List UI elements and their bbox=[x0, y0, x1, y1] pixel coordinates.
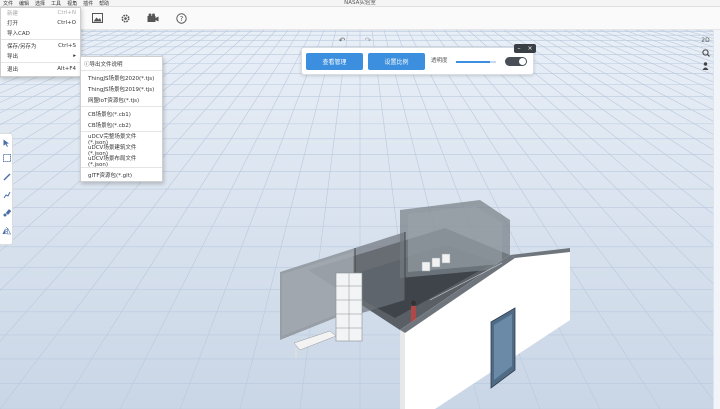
file-menu-item[interactable]: 导出 ▸ bbox=[1, 51, 80, 61]
menu-item-shortcut: ▸ bbox=[73, 53, 76, 59]
camera-icon[interactable] bbox=[146, 11, 160, 25]
svg-text:?: ? bbox=[179, 15, 183, 23]
toggle-knob bbox=[519, 58, 526, 65]
menu-edit[interactable]: 编辑 bbox=[16, 0, 32, 7]
mirror-icon[interactable] bbox=[2, 226, 11, 235]
file-menu-item[interactable]: 保存/另存为 Ctrl+S bbox=[1, 41, 80, 51]
menu-item-shortcut: Ctrl+N bbox=[57, 10, 76, 16]
right-toolbar: 2D bbox=[699, 35, 712, 75]
close-button[interactable]: × bbox=[527, 45, 532, 52]
menu-file[interactable]: 文件 bbox=[0, 0, 16, 7]
panel-toggle[interactable] bbox=[505, 57, 527, 66]
opacity-slider[interactable] bbox=[456, 61, 496, 63]
export-format-item[interactable]: 网盟IoT资源包(*.tjs) bbox=[81, 94, 162, 105]
export-format-item[interactable]: glTF资源包(*.glt) bbox=[81, 169, 162, 180]
menu-bar: 文件 编辑 选择 工具 视角 插件 帮助 bbox=[0, 0, 720, 7]
export-format-item[interactable]: CB场景包(*.cb2) bbox=[81, 119, 162, 130]
view-manage-button[interactable]: 查看管理 bbox=[306, 53, 363, 70]
menu-view[interactable]: 视角 bbox=[64, 0, 80, 7]
left-toolbar bbox=[0, 133, 13, 245]
menu-tools[interactable]: 工具 bbox=[48, 0, 64, 7]
right-side-strip bbox=[713, 30, 720, 409]
gear-icon[interactable] bbox=[118, 11, 132, 25]
file-menu-item[interactable]: 新建 Ctrl+N bbox=[1, 8, 80, 18]
file-menu-item[interactable]: 打开 Ctrl+O bbox=[1, 18, 80, 28]
panel-header: – × bbox=[514, 44, 536, 53]
brush-icon[interactable] bbox=[2, 208, 11, 217]
file-menu-item[interactable]: 导入CAD bbox=[1, 28, 80, 38]
menu-item-label: 导入CAD bbox=[7, 31, 30, 37]
file-menu-item[interactable]: 退出 Alt+F4 bbox=[1, 64, 80, 74]
pen-icon[interactable] bbox=[2, 190, 11, 199]
menu-item-shortcut: Alt+F4 bbox=[57, 66, 76, 72]
menu-separator bbox=[81, 106, 162, 107]
view-2d-button[interactable]: 2D bbox=[699, 35, 712, 45]
export-format-item[interactable]: ThingJS场景包2019(*.tjs) bbox=[81, 83, 162, 94]
zoom-icon[interactable] bbox=[699, 48, 712, 58]
menu-separator bbox=[1, 39, 80, 40]
person-icon[interactable] bbox=[699, 61, 712, 71]
image-icon[interactable] bbox=[90, 11, 104, 25]
set-scale-button[interactable]: 设置比例 bbox=[368, 53, 425, 70]
export-help-item[interactable]: ⓘ 导出文件说明 bbox=[81, 58, 162, 69]
top-toolbar: ? bbox=[0, 7, 720, 30]
room-3d-model[interactable] bbox=[270, 190, 580, 409]
help-icon[interactable]: ? bbox=[174, 11, 188, 25]
minimize-button[interactable]: – bbox=[517, 45, 520, 52]
menu-help[interactable]: 帮助 bbox=[96, 0, 112, 7]
export-format-item[interactable]: CB场景包(*.cb1) bbox=[81, 108, 162, 119]
pencil-icon[interactable] bbox=[2, 172, 11, 181]
menu-item-label: 退出 bbox=[7, 67, 19, 73]
menu-separator bbox=[81, 70, 162, 71]
menu-item-label: 新建 bbox=[7, 11, 19, 17]
opacity-label: 透明度 bbox=[431, 58, 448, 64]
menu-item-label: 导出 bbox=[7, 54, 19, 60]
undo-button[interactable]: ↶ bbox=[337, 36, 347, 45]
menu-select[interactable]: 选择 bbox=[32, 0, 48, 7]
menu-item-shortcut: Ctrl+S bbox=[58, 43, 76, 49]
export-help-label: 导出文件说明 bbox=[89, 61, 123, 68]
file-menu-dropdown: 新建 Ctrl+N 打开 Ctrl+O 导入CAD 保存/另存为 Ctrl+S 导出 ▸ 退出 Al… bbox=[0, 7, 81, 77]
cursor-icon[interactable] bbox=[2, 138, 11, 147]
export-format-item[interactable]: ThingJS场景包2020(*.tjs) bbox=[81, 72, 162, 83]
export-submenu: ⓘ 导出文件说明 ThingJS场景包2020(*.tjs) ThingJS场景包2… bbox=[80, 56, 163, 182]
opacity-slider-fill bbox=[456, 61, 490, 63]
menu-separator bbox=[1, 62, 80, 63]
floor-plan-panel: 查看管理 设置比例 透明度 bbox=[301, 47, 534, 75]
menu-plugins[interactable]: 插件 bbox=[80, 0, 96, 7]
menu-item-label: 保存/另存为 bbox=[7, 44, 37, 50]
export-format-item[interactable]: uDCV场景布局文件(*.json) bbox=[81, 155, 162, 168]
select-box-icon[interactable] bbox=[2, 153, 11, 162]
menu-item-shortcut: Ctrl+O bbox=[57, 20, 76, 26]
redo-button[interactable]: ↷ bbox=[363, 36, 373, 45]
menu-item-label: 打开 bbox=[7, 21, 19, 27]
